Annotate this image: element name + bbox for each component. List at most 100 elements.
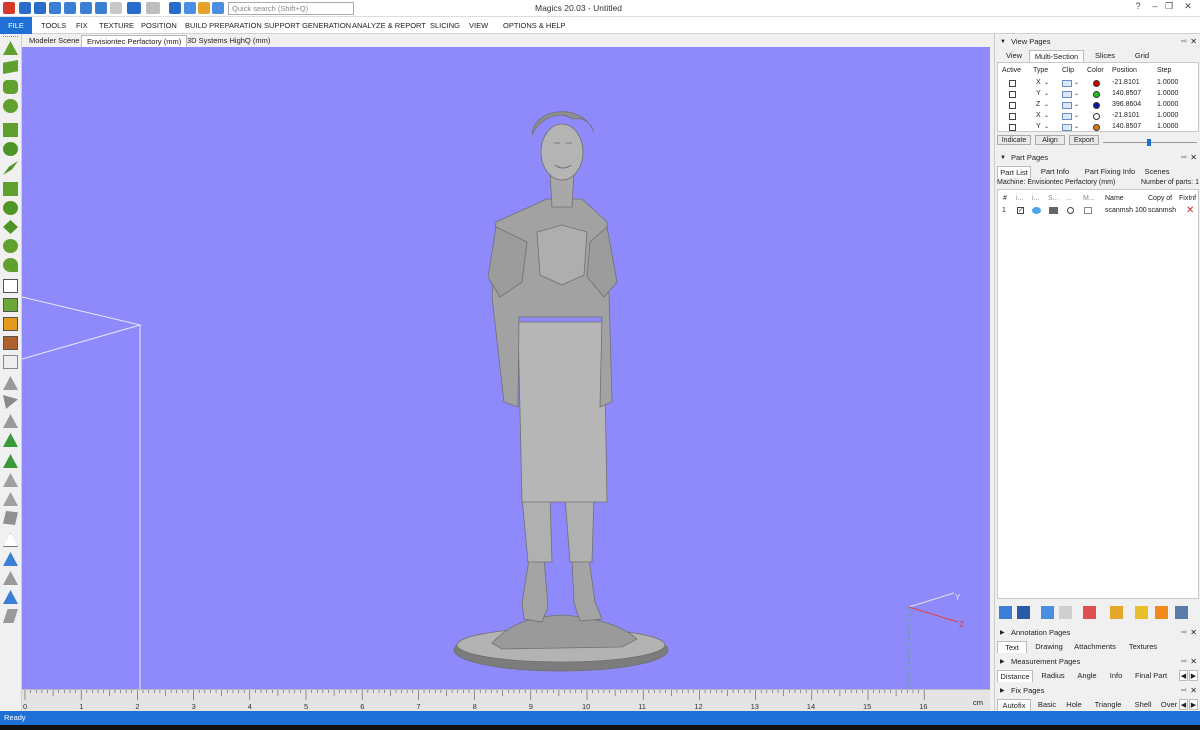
mark-sphere-icon[interactable] <box>3 239 18 253</box>
close-icon[interactable]: ✕ <box>1190 685 1197 697</box>
triangle-split-icon[interactable] <box>3 473 18 487</box>
menu-options-help[interactable]: OPTIONS & HELP <box>503 21 566 30</box>
eye-icon[interactable] <box>1032 207 1041 214</box>
chevron-down-icon[interactable]: ⌄ <box>1044 101 1049 108</box>
section-type[interactable]: Y <box>1036 90 1041 97</box>
clip-icon[interactable] <box>1062 124 1072 131</box>
tab-angle[interactable]: Angle <box>1073 670 1101 682</box>
undo-icon[interactable] <box>127 2 141 14</box>
pin-icon[interactable]: ⇨ <box>1181 152 1187 164</box>
mark-shell-icon[interactable] <box>3 99 18 113</box>
tab-view[interactable]: View <box>999 50 1029 62</box>
statue-model[interactable] <box>453 111 669 672</box>
cube-outline-icon[interactable] <box>3 279 18 293</box>
section-color-swatch[interactable] <box>1093 102 1100 109</box>
pin-icon[interactable]: ⇨ <box>1181 685 1187 697</box>
annotation-pages-header[interactable]: ▶ Annotation Pages ⇨ ✕ <box>995 627 1200 639</box>
part-list-icon[interactable] <box>1017 606 1030 619</box>
tab-envisiontec-perfactory[interactable]: Envisiontec Perfactory (mm) <box>81 35 188 47</box>
triangle-flip-icon[interactable] <box>3 395 18 409</box>
section-color-swatch[interactable] <box>1093 113 1100 120</box>
triangle-outline-icon[interactable] <box>3 533 18 547</box>
mark-curve-icon[interactable] <box>3 161 18 175</box>
restore-button[interactable]: ❐ <box>1162 1 1176 12</box>
tab-multi-section[interactable]: Multi-Section <box>1029 50 1084 62</box>
section-position[interactable]: -21.8101 <box>1112 79 1140 86</box>
tab-shell[interactable]: Shell <box>1129 699 1157 711</box>
triangle-green-icon[interactable] <box>3 433 18 447</box>
part-select-icon[interactable] <box>999 606 1012 619</box>
table-row[interactable]: 1 ✓ scanmsh 100 scanmsh ✕ <box>998 205 1198 216</box>
section-color-swatch[interactable] <box>1093 80 1100 87</box>
redo-icon[interactable] <box>146 2 160 14</box>
triangle-surface-icon[interactable] <box>3 511 18 525</box>
collapse-icon[interactable]: ▼ <box>1000 36 1006 48</box>
tab-part-info[interactable]: Part Info <box>1035 166 1075 178</box>
parallelogram-icon[interactable] <box>3 609 18 623</box>
section-active-checkbox[interactable] <box>1009 124 1016 131</box>
part-copy-icon[interactable] <box>1059 606 1072 619</box>
menu-view[interactable]: VIEW <box>469 21 488 30</box>
section-position[interactable]: 396.8604 <box>1112 101 1141 108</box>
mark-star-icon[interactable] <box>3 220 18 234</box>
section-step[interactable]: 1.0000 <box>1157 123 1178 130</box>
section-color-swatch[interactable] <box>1093 124 1100 131</box>
section-step[interactable]: 1.0000 <box>1157 90 1178 97</box>
triangle-tools-icon[interactable] <box>3 571 18 585</box>
mark-window-icon[interactable] <box>3 123 18 137</box>
mark-plane-icon[interactable] <box>3 60 18 74</box>
part-state-icon[interactable] <box>1067 207 1074 214</box>
menu-analyze-report[interactable]: ANALYZE & REPORT <box>352 21 426 30</box>
minimize-button[interactable]: – <box>1148 1 1162 11</box>
pin-icon[interactable]: ⇨ <box>1181 656 1187 668</box>
close-icon[interactable]: ✕ <box>1190 152 1197 164</box>
measurement-pages-header[interactable]: ▶ Measurement Pages ⇨ ✕ <box>995 656 1200 668</box>
mark-leaf-icon[interactable] <box>3 258 18 272</box>
clip-icon[interactable] <box>1062 113 1072 120</box>
clip-icon[interactable] <box>1062 102 1072 109</box>
save-project-icon[interactable] <box>95 2 107 14</box>
chevron-down-icon[interactable]: ⌄ <box>1074 79 1079 86</box>
open-file-icon[interactable] <box>34 2 46 14</box>
section-row[interactable]: X ⌄ ⌄ -21.8101 1.0000 <box>998 111 1198 122</box>
section-active-checkbox[interactable] <box>1009 102 1016 109</box>
section-step[interactable]: 1.0000 <box>1157 101 1178 108</box>
clip-icon[interactable] <box>1062 91 1072 98</box>
section-row[interactable]: Y ⌄ ⌄ 140.8507 1.0000 <box>998 122 1198 133</box>
menu-file[interactable]: FILE <box>0 17 32 34</box>
triangle-merge-icon[interactable] <box>3 492 18 506</box>
select-mode-icon[interactable] <box>169 2 181 14</box>
section-type[interactable]: X <box>1036 112 1041 119</box>
tab-attachments[interactable]: Attachments <box>1071 641 1119 653</box>
section-active-checkbox[interactable] <box>1009 91 1016 98</box>
chevron-down-icon[interactable]: ⌄ <box>1044 79 1049 86</box>
triangle-select-icon[interactable] <box>3 590 18 604</box>
close-icon[interactable]: ✕ <box>1190 36 1197 48</box>
part-selected-checkbox[interactable]: ✓ <box>1017 207 1024 214</box>
chevron-down-icon[interactable]: ⌄ <box>1044 112 1049 119</box>
part-status-icon[interactable] <box>1049 207 1058 214</box>
menu-support-generation[interactable]: SUPPORT GENERATION <box>264 21 351 30</box>
tab-scroll-right-icon[interactable]: ▶ <box>1189 670 1198 681</box>
section-step[interactable]: 1.0000 <box>1157 79 1178 86</box>
view-pages-header[interactable]: ▼ View Pages ⇨ ✕ <box>995 36 1200 48</box>
menu-slicing[interactable]: SLICING <box>430 21 460 30</box>
tab-modeler-scene[interactable]: Modeler Scene <box>24 35 84 47</box>
chevron-down-icon[interactable]: ⌄ <box>1044 123 1049 130</box>
3d-viewport[interactable]: Y Z <box>22 47 990 689</box>
chevron-down-icon[interactable]: ⌄ <box>1074 123 1079 130</box>
collapse-icon[interactable]: ▼ <box>1000 152 1006 164</box>
section-step[interactable]: 1.0000 <box>1157 112 1178 119</box>
tab-final-part[interactable]: Final Part <box>1131 670 1171 682</box>
section-type[interactable]: Y <box>1036 123 1041 130</box>
part-label-icon[interactable] <box>1135 606 1148 619</box>
section-active-checkbox[interactable] <box>1009 113 1016 120</box>
tab-slices[interactable]: Slices <box>1085 50 1125 62</box>
section-slider-thumb[interactable] <box>1147 139 1151 146</box>
fix-error-icon[interactable]: ✕ <box>1186 205 1194 216</box>
mark-triangle-icon[interactable] <box>3 41 18 55</box>
part-delete-icon[interactable] <box>1083 606 1096 619</box>
chevron-down-icon[interactable]: ⌄ <box>1074 101 1079 108</box>
align-button[interactable]: Align <box>1035 135 1065 145</box>
fix-pages-header[interactable]: ▶ Fix Pages ⇨ ✕ <box>995 685 1200 697</box>
